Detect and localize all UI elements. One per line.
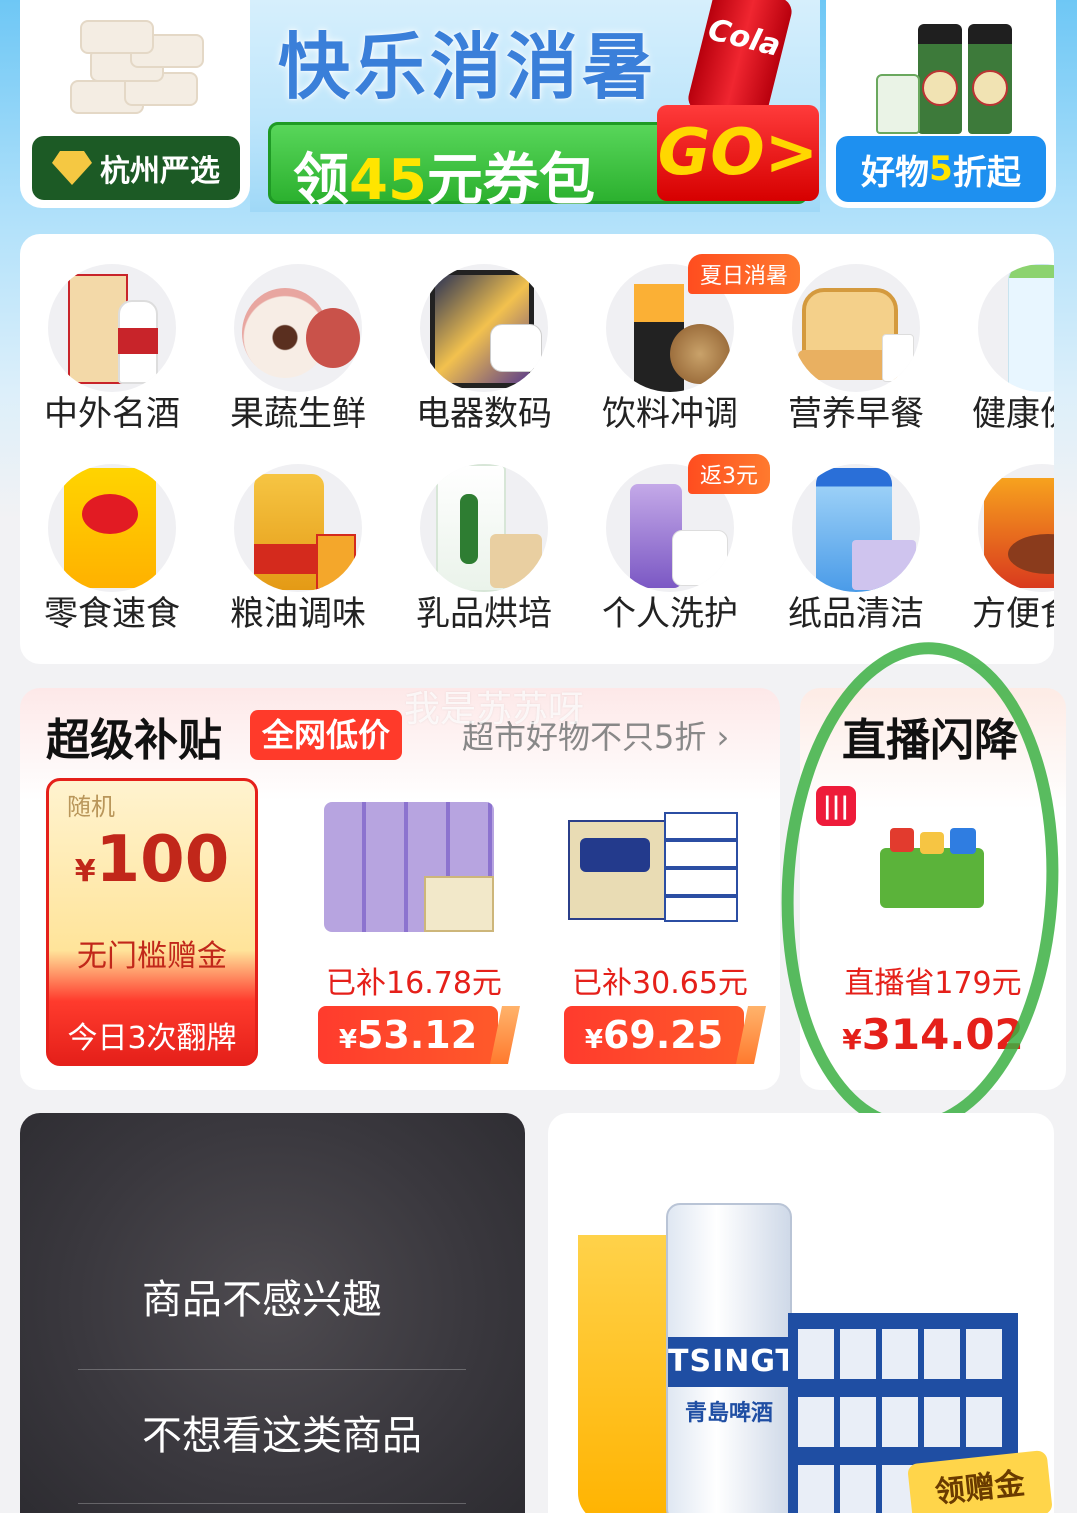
product-tissue-vinda[interactable]: 已补16.78元 ¥53.12 [304,784,524,1084]
random-bonus-card[interactable]: 随机 ¥100 无门槛赠金 今日3次翻牌 [46,778,258,1066]
category-label: 电器数码 [416,394,552,434]
live-saved-amount: 直播省179元 [844,966,1022,1001]
noodle-icon [978,464,1054,592]
category-personal-care[interactable]: 返3元 个人洗护 [580,434,770,634]
cola-label: Cola [704,12,784,64]
bread-icon [792,264,920,392]
hangzhou-select-tag: 杭州严选 [32,136,240,200]
menu-divider [78,1503,466,1504]
product-tissue-tempo[interactable]: 已补30.65元 ¥69.25 [550,784,770,1084]
tissue-product-image [314,792,494,942]
tissue-product-image [560,792,740,942]
summer-title: 快乐消消暑 [278,25,659,109]
super-subsidy-title: 超级补贴 [46,715,222,766]
hangzhou-select-label: 杭州严选 [100,154,220,189]
category-breakfast[interactable]: 营养早餐 [766,234,946,434]
product-price: ¥53.12 [318,1006,498,1064]
can-brand-label: TSINGTAO [668,1337,844,1387]
category-health[interactable]: 健康份 [952,234,1054,434]
category-paper-cleaning[interactable]: 纸品清洁 [766,434,946,634]
category-label: 果蔬生鲜 [230,394,366,434]
live-flash-title: 直播闪降 [842,715,1018,766]
milk-icon [420,464,548,592]
currency-symbol: ¥ [584,1025,603,1055]
coupon-suffix: 元券包 [426,148,595,212]
beer-product-card[interactable]: TSINGTAO 青島啤酒 领赠金 [548,1113,1054,1513]
currency-symbol: ¥ [74,854,96,889]
hangzhou-select-banner[interactable]: 杭州严选 [20,0,250,208]
category-digital[interactable]: 电器数码 [394,234,574,434]
random-tag: 随机 [67,793,115,821]
top-banner: 杭州严选 快乐消消暑 Cola 领45元券包 GO> 好物 5 折起 [0,0,1077,215]
price-value: 53.12 [356,1013,478,1057]
subsidy-amount: 已补30.65元 [572,966,748,1001]
live-flash-deal-card[interactable]: 直播闪降 ||| 直播省179元 ¥314.02 [800,688,1066,1090]
go-button[interactable]: GO> [657,105,819,201]
category-instant-food[interactable]: 方便食 [952,434,1054,634]
bonus-amount: ¥100 [49,823,255,897]
category-label: 健康份 [972,394,1054,434]
lowest-price-badge: 全网低价 [250,710,403,760]
half-price-banner[interactable]: 好物 5 折起 [826,0,1056,208]
half-price-suffix: 折起 [952,152,1021,193]
detergent-icon [792,464,920,592]
coupon-amount: 45 [349,148,427,212]
bottles-product-image [856,14,1026,134]
beer-can-image: TSINGTAO 青島啤酒 [666,1203,844,1513]
category-label: 营养早餐 [788,394,924,434]
category-label: 中外名酒 [44,394,180,434]
category-liquor[interactable]: 中外名酒 [22,234,202,434]
no-threshold-label: 无门槛赠金 [77,939,227,974]
wipes-product-image [70,20,204,125]
currency-symbol: ¥ [338,1025,357,1055]
tablet-icon [420,264,548,392]
category-label: 粮油调味 [230,594,366,634]
category-fresh[interactable]: 果蔬生鲜 [208,234,388,434]
category-grid: 中外名酒 果蔬生鲜 电器数码 夏日消暑 饮料冲调 营养早餐 健康 零食速食 粮油… [20,234,1054,664]
product-price: ¥69.25 [564,1006,744,1064]
can-chinese-label: 青島啤酒 [684,1401,773,1426]
category-label: 零食速食 [44,594,180,634]
category-label: 个人洗护 [602,594,738,634]
half-price-tag: 好物 5 折起 [836,136,1046,202]
not-interested-option[interactable]: 商品不感兴趣 [78,1233,466,1367]
currency-symbol: ¥ [842,1023,862,1056]
super-subsidy-card: 超级补贴 全网低价 超市好物不只5折 › 随机 ¥100 无门槛赠金 今日3次翻… [20,688,780,1090]
watermark: 我是苏苏呀 [404,689,585,730]
liquor-icon [48,264,176,392]
half-price-num: 5 [929,149,953,189]
category-label: 纸品清洁 [788,594,924,634]
coupon-prefix: 领 [293,148,349,212]
category-label: 方便食 [972,594,1054,634]
category-badge: 返3元 [688,454,770,494]
price-value: 69.25 [602,1013,724,1057]
category-snacks[interactable]: 零食速食 [22,434,202,634]
category-label: 饮料冲调 [602,394,738,434]
category-dairy[interactable]: 乳品烘培 [394,434,574,634]
category-drinks[interactable]: 夏日消暑 饮料冲调 [580,234,801,434]
bonus-value: 100 [95,823,230,897]
coupon-pack-bar[interactable]: 领45元券包 GO> [268,105,819,212]
lychee-icon [234,264,362,392]
chips-icon [48,464,176,592]
live-stream-icon: ||| [816,786,856,826]
price-value: 314.02 [861,1010,1024,1059]
flip-count-label: 今日3次翻牌 [67,1021,237,1056]
diamond-icon [52,151,92,185]
water-bottle-icon [978,264,1054,392]
summer-coupon-banner[interactable]: 快乐消消暑 Cola 领45元券包 GO> [250,0,820,212]
live-price: ¥314.02 [800,1010,1066,1059]
feedback-menu: 商品不感兴趣 不想看这类商品 [20,1113,525,1513]
hide-category-option[interactable]: 不想看这类商品 [78,1369,466,1503]
oil-icon [234,464,362,592]
half-price-prefix: 好物 [861,152,930,193]
category-grain-oil[interactable]: 粮油调味 [208,434,388,634]
subsidy-amount: 已补16.78元 [326,966,502,1001]
lego-product-image [880,828,984,908]
category-label: 乳品烘培 [416,594,552,634]
coupon-pack-text: 领45元券包 [293,135,595,212]
